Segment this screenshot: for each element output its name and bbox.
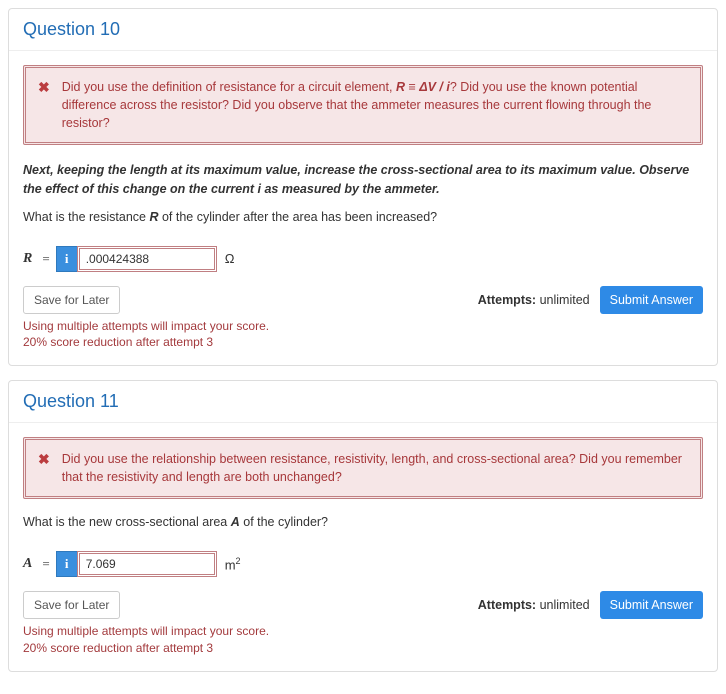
save-for-later-button[interactable]: Save for Later xyxy=(23,591,120,619)
equals-sign: = xyxy=(42,251,49,267)
feedback-formula: R ≡ ΔV / i xyxy=(396,80,450,94)
question-body: ✖ Did you use the definition of resistan… xyxy=(9,51,717,365)
prompt-pre: What is the new cross-sectional area xyxy=(23,515,231,529)
prompt-pre: What is the resistance xyxy=(23,210,149,224)
attempts-label: Attempts: xyxy=(478,598,536,612)
instruction-text: Next, keeping the length at its maximum … xyxy=(23,161,703,197)
attempts-text: Attempts: unlimited xyxy=(478,598,590,612)
question-header: Question 10 xyxy=(9,9,717,51)
answer-lhs: R xyxy=(23,251,32,267)
prompt-text: What is the resistance R of the cylinder… xyxy=(23,210,703,224)
warning-line-2: 20% score reduction after attempt 3 xyxy=(23,334,703,351)
question-11-block: Question 11 ✖ Did you use the relationsh… xyxy=(8,380,718,672)
question-header: Question 11 xyxy=(9,381,717,423)
feedback-box: ✖ Did you use the definition of resistan… xyxy=(23,65,703,145)
feedback-box: ✖ Did you use the relationship between r… xyxy=(23,437,703,499)
answer-input[interactable] xyxy=(77,551,217,577)
warning-line-1: Using multiple attempts will impact your… xyxy=(23,318,703,335)
feedback-text: Did you use the relationship between res… xyxy=(62,450,688,486)
prompt-text: What is the new cross-sectional area A o… xyxy=(23,515,703,529)
prompt-post: of the cylinder? xyxy=(240,515,328,529)
right-actions: Attempts: unlimited Submit Answer xyxy=(478,591,703,619)
action-row: Save for Later Attempts: unlimited Submi… xyxy=(23,591,703,619)
answer-input[interactable] xyxy=(77,246,217,272)
incorrect-icon: ✖ xyxy=(38,451,50,468)
attempts-label: Attempts: xyxy=(478,293,536,307)
equals-sign: = xyxy=(42,556,49,572)
info-button[interactable]: i xyxy=(56,551,78,577)
unit-base: m xyxy=(225,558,236,573)
feedback-text: Did you use the definition of resistance… xyxy=(62,78,688,132)
prompt-post: of the cylinder after the area has been … xyxy=(158,210,437,224)
info-button[interactable]: i xyxy=(56,246,78,272)
unit-sup: 2 xyxy=(236,556,241,566)
right-actions: Attempts: unlimited Submit Answer xyxy=(478,286,703,314)
feedback-pre: Did you use the definition of resistance… xyxy=(62,80,396,94)
action-row: Save for Later Attempts: unlimited Submi… xyxy=(23,286,703,314)
prompt-symbol: A xyxy=(231,515,240,529)
question-body: ✖ Did you use the relationship between r… xyxy=(9,423,717,671)
warning-line-2: 20% score reduction after attempt 3 xyxy=(23,640,703,657)
question-title: Question 11 xyxy=(23,391,119,411)
submit-answer-button[interactable]: Submit Answer xyxy=(600,286,703,314)
attempts-value: unlimited xyxy=(540,598,590,612)
submit-answer-button[interactable]: Submit Answer xyxy=(600,591,703,619)
unit-label: m2 xyxy=(225,556,241,572)
incorrect-icon: ✖ xyxy=(38,79,50,96)
attempts-text: Attempts: unlimited xyxy=(478,293,590,307)
question-10-block: Question 10 ✖ Did you use the definition… xyxy=(8,8,718,366)
question-title: Question 10 xyxy=(23,19,120,39)
answer-lhs: A xyxy=(23,556,32,572)
save-for-later-button[interactable]: Save for Later xyxy=(23,286,120,314)
unit-label: Ω xyxy=(225,251,235,266)
attempts-value: unlimited xyxy=(540,293,590,307)
answer-row: A = i m2 xyxy=(23,551,703,577)
score-warning: Using multiple attempts will impact your… xyxy=(23,318,703,352)
answer-row: R = i Ω xyxy=(23,246,703,272)
score-warning: Using multiple attempts will impact your… xyxy=(23,623,703,657)
